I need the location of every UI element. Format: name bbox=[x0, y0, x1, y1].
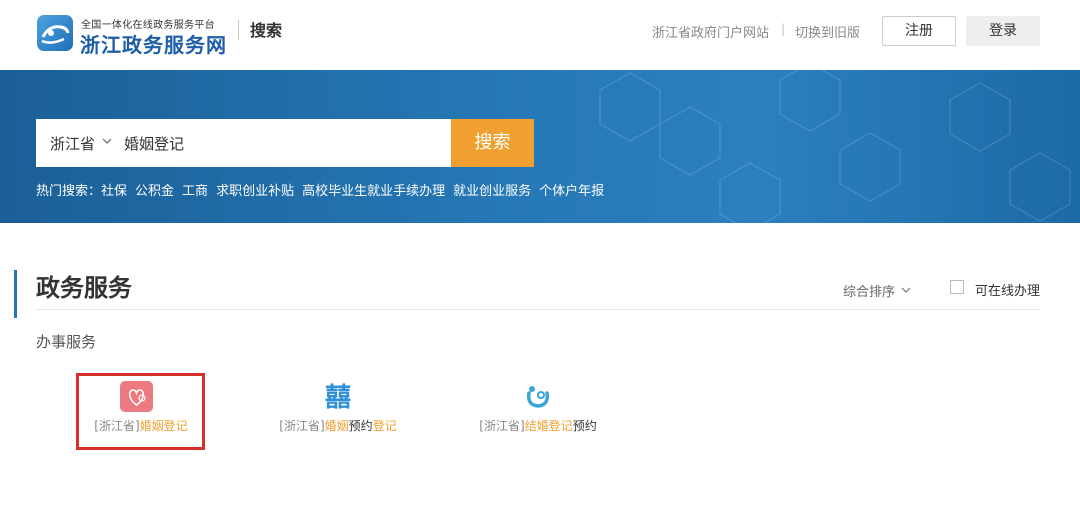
service-card[interactable]: [浙江省]结婚登记预约 bbox=[463, 418, 613, 435]
old-version-link[interactable]: 切换到旧版 bbox=[795, 22, 860, 41]
service-region: [浙江省] bbox=[279, 419, 325, 433]
hot-searches: 热门搜索：社保 公积金 工商 求职创业补贴 高校毕业生就业手续办理 就业创业服务 个体户年报 bbox=[36, 180, 612, 199]
service-card[interactable]: [浙江省]婚姻预约登记 bbox=[263, 418, 413, 435]
sort-select[interactable]: 综合排序 bbox=[843, 281, 895, 300]
hot-term[interactable]: 个体户年报 bbox=[539, 184, 604, 199]
section-title: 政务服务 bbox=[36, 274, 132, 302]
header-divider bbox=[238, 20, 239, 40]
hot-term[interactable]: 公积金 bbox=[135, 184, 174, 199]
left-nav-indicator bbox=[14, 270, 17, 318]
login-button[interactable]: 登录 bbox=[966, 16, 1040, 46]
chevron-down-icon[interactable] bbox=[102, 136, 112, 146]
brand-name[interactable]: 浙江政务服务网 bbox=[80, 29, 227, 58]
hot-term[interactable]: 工商 bbox=[182, 184, 208, 199]
hot-term[interactable]: 求职创业补贴 bbox=[216, 184, 294, 199]
logo-icon[interactable] bbox=[37, 15, 73, 51]
service-suffix: 预约 bbox=[348, 419, 373, 433]
online-checkbox[interactable] bbox=[950, 280, 964, 294]
register-button[interactable]: 注册 bbox=[882, 16, 956, 46]
subsection-title: 办事服务 bbox=[36, 333, 97, 351]
rings-icon[interactable] bbox=[523, 381, 553, 411]
service-region: [浙江省] bbox=[94, 419, 140, 433]
search-banner: 浙江省 婚姻登记 搜索 热门搜索：社保 公积金 工商 求职创业补贴 高校毕业生就业手续办… bbox=[0, 70, 1080, 223]
link-separator: | bbox=[781, 22, 786, 36]
service-region: [浙江省] bbox=[479, 419, 525, 433]
hot-term[interactable]: 高校毕业生就业手续办理 bbox=[302, 184, 445, 199]
hot-searches-label: 热门搜索： bbox=[36, 184, 102, 199]
service-name[interactable]: 结婚登记 bbox=[525, 419, 573, 433]
top-header: 全国一体化在线政务服务平台 浙江政务服务网 搜索 浙江省政府门户网站 | 切换到… bbox=[0, 0, 1080, 70]
hot-term[interactable]: 就业创业服务 bbox=[453, 184, 531, 199]
banner-decoration bbox=[599, 70, 1071, 223]
portal-link[interactable]: 浙江省政府门户网站 bbox=[652, 22, 769, 41]
page-title: 搜索 bbox=[250, 21, 283, 40]
hot-term[interactable]: 社保 bbox=[101, 184, 127, 199]
chevron-down-icon[interactable] bbox=[901, 285, 911, 295]
search-button[interactable]: 搜索 bbox=[451, 119, 534, 167]
service-name[interactable]: 婚姻 bbox=[325, 419, 349, 433]
online-checkbox-label[interactable]: 可在线办理 bbox=[975, 280, 1040, 299]
search-query[interactable]: 婚姻登记 bbox=[124, 133, 184, 154]
service-name[interactable]: 婚姻登记 bbox=[140, 419, 188, 433]
service-name[interactable]: 登记 bbox=[373, 419, 397, 433]
heart-icon[interactable] bbox=[120, 381, 153, 412]
section-divider bbox=[36, 309, 1040, 310]
double-happiness-icon[interactable]: 囍 bbox=[323, 381, 353, 411]
service-suffix: 预约 bbox=[572, 419, 597, 433]
search-input[interactable]: 浙江省 婚姻登记 bbox=[36, 119, 451, 167]
region-select[interactable]: 浙江省 bbox=[50, 133, 95, 154]
service-card[interactable]: [浙江省]婚姻登记 bbox=[66, 418, 216, 435]
svg-text:囍: 囍 bbox=[325, 383, 351, 411]
